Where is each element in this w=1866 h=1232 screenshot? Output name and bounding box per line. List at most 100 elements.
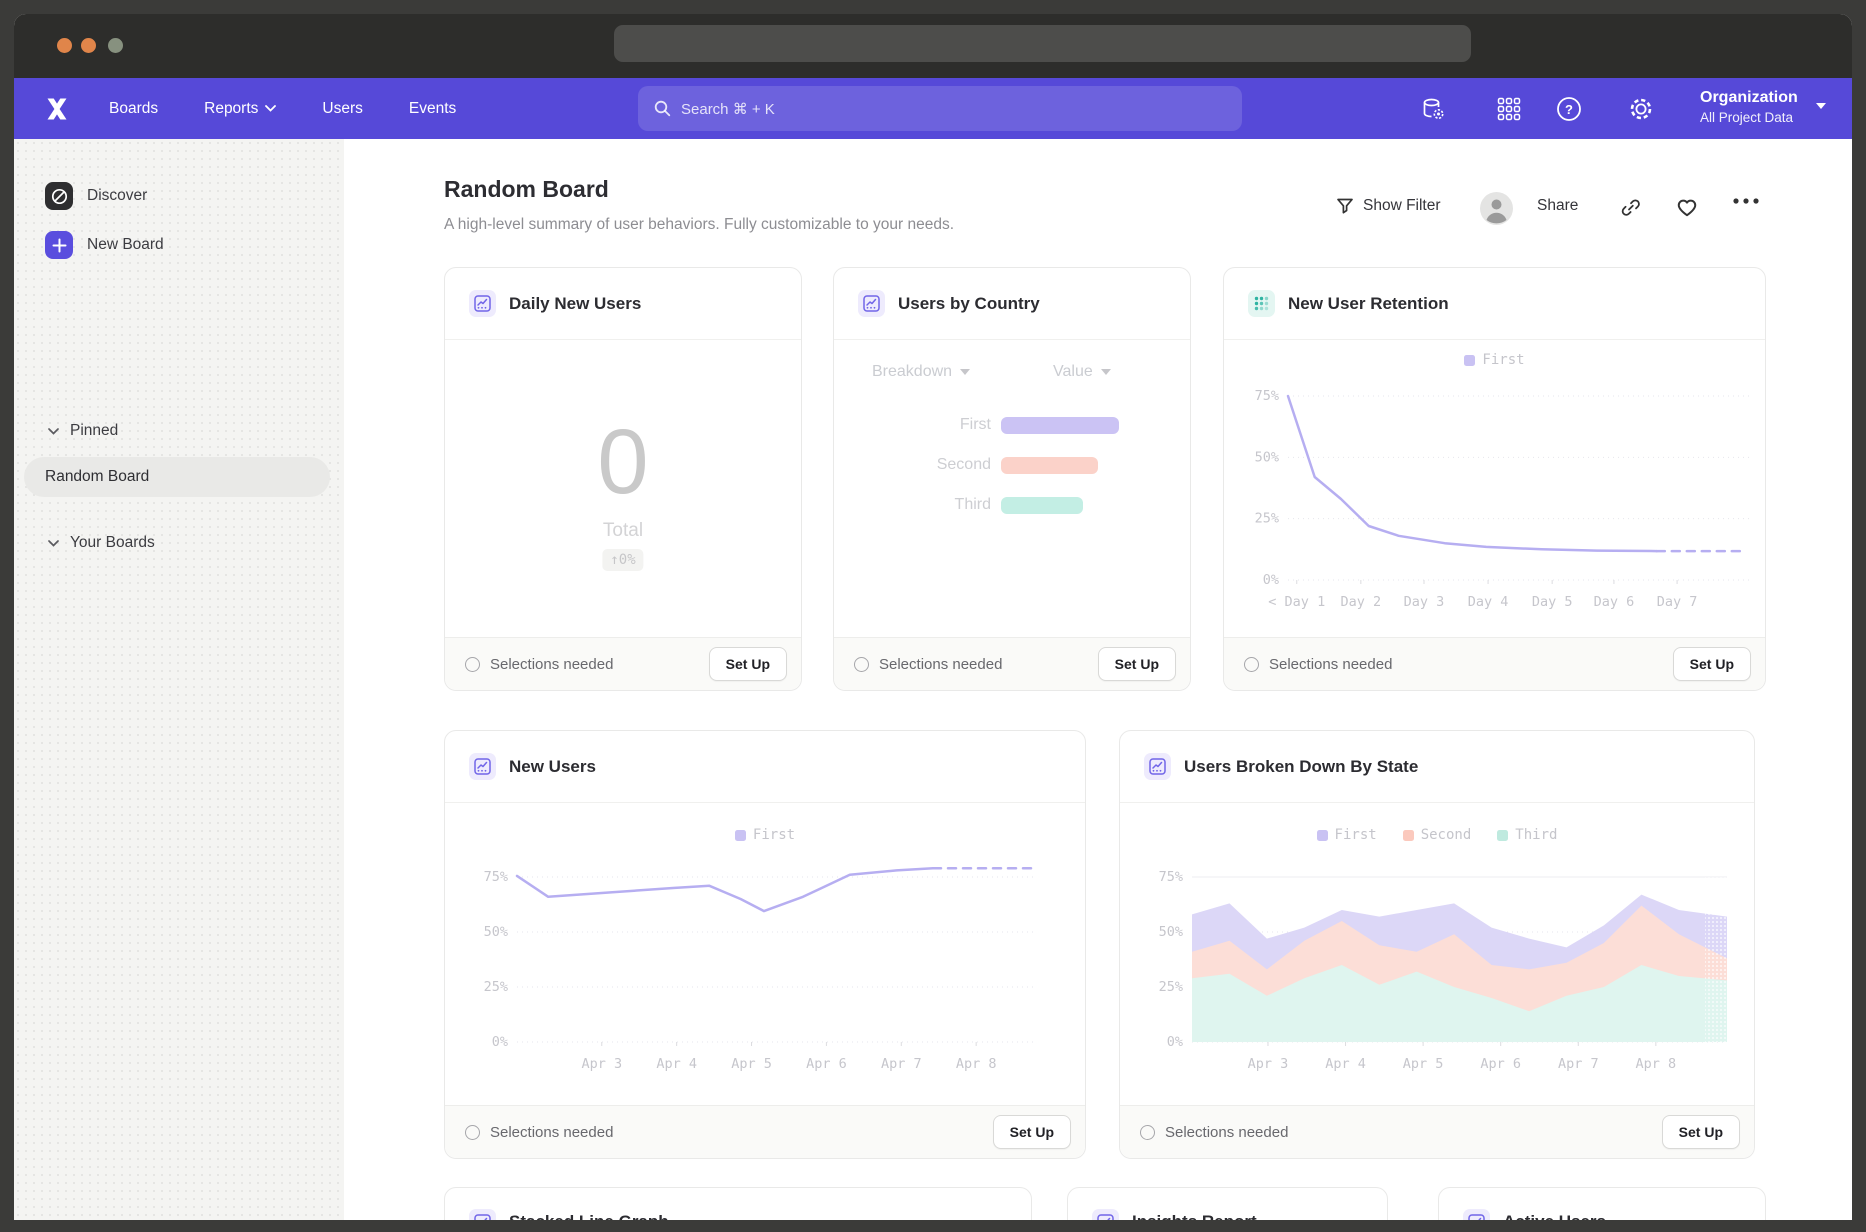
- nav-events[interactable]: Events: [409, 100, 456, 118]
- status-text: Selections needed: [1269, 656, 1392, 673]
- bar: [1001, 417, 1119, 434]
- set-up-button[interactable]: Set Up: [1673, 647, 1751, 681]
- card-title: Daily New Users: [509, 294, 641, 314]
- card-footer: Selections needed Set Up: [834, 637, 1190, 690]
- svg-text:75%: 75%: [1255, 388, 1279, 404]
- legend-swatch-icon: [1403, 830, 1414, 841]
- pinned-label: Pinned: [70, 422, 118, 440]
- window-zoom-button[interactable]: [108, 38, 123, 53]
- legend-swatch-icon: [1497, 830, 1508, 841]
- card-daily-new-users: Daily New Users 0 Total ↑0% Selections n…: [444, 267, 802, 691]
- sidebar-item-new-board[interactable]: New Board: [14, 231, 375, 259]
- legend-item: First: [735, 827, 795, 843]
- chart-icon: [1144, 753, 1171, 780]
- status-text: Selections needed: [879, 656, 1002, 673]
- breakdown-dropdown[interactable]: Breakdown: [872, 363, 970, 381]
- sidebar-item-discover[interactable]: Discover: [14, 182, 375, 210]
- card-new-users: New Users First 75%50%25%0%Apr 3Apr 4Apr…: [444, 730, 1086, 1159]
- svg-text:Day 2: Day 2: [1341, 594, 1382, 610]
- data-management-button[interactable]: [1420, 96, 1446, 122]
- svg-text:Apr 6: Apr 6: [806, 1056, 847, 1072]
- avatar[interactable]: [1480, 192, 1513, 225]
- set-up-button[interactable]: Set Up: [993, 1115, 1071, 1149]
- discover-label: Discover: [87, 187, 147, 205]
- states-stacked-area-chart: 75%50%25%0%Apr 3Apr 4Apr 5Apr 6Apr 7Apr …: [1144, 849, 1744, 1089]
- svg-text:?: ?: [1565, 102, 1573, 117]
- svg-text:Apr 7: Apr 7: [1558, 1056, 1599, 1072]
- screen: Boards Reports Users Events Search ⌘ + K: [0, 0, 1866, 1232]
- share-button[interactable]: Share: [1537, 197, 1578, 215]
- gear-icon: [1628, 96, 1654, 122]
- org-name: Organization: [1700, 87, 1798, 109]
- value-dropdown[interactable]: Value: [1053, 363, 1111, 381]
- svg-text:0%: 0%: [1263, 572, 1279, 588]
- svg-text:25%: 25%: [1255, 511, 1279, 527]
- card-users-by-country: Users by Country Breakdown Value First Se…: [833, 267, 1191, 691]
- svg-text:25%: 25%: [1159, 979, 1183, 995]
- metric-value: 0: [445, 416, 801, 508]
- bar-label: Third: [858, 496, 991, 514]
- settings-button[interactable]: [1628, 96, 1654, 122]
- legend-item: Third: [1497, 827, 1557, 843]
- card-footer: Selections needed Set Up: [1224, 637, 1765, 690]
- card-title: Users by Country: [898, 294, 1040, 314]
- card-insights-report: Insights Report: [1067, 1187, 1388, 1220]
- chart-icon: [1463, 1209, 1490, 1221]
- nav-users[interactable]: Users: [322, 100, 362, 118]
- grid-icon: [1497, 97, 1521, 121]
- chart-icon: [469, 1209, 496, 1221]
- card-footer: Selections needed Set Up: [445, 637, 801, 690]
- svg-text:Apr 6: Apr 6: [1480, 1056, 1521, 1072]
- sidebar-section-your-boards[interactable]: Your Boards: [14, 529, 378, 557]
- random-board-label: Random Board: [45, 468, 149, 486]
- copy-link-button[interactable]: [1620, 197, 1641, 218]
- chevron-down-icon: [48, 428, 59, 435]
- window-close-button[interactable]: [57, 38, 72, 53]
- sidebar-item-random-board[interactable]: Random Board: [24, 457, 330, 497]
- svg-text:Apr 8: Apr 8: [1636, 1056, 1677, 1072]
- svg-text:0%: 0%: [1167, 1034, 1183, 1050]
- org-chevron-down-icon: [1815, 102, 1827, 110]
- top-navbar: Boards Reports Users Events Search ⌘ + K: [14, 78, 1852, 139]
- bar: [1001, 457, 1098, 474]
- svg-text:75%: 75%: [484, 869, 508, 885]
- svg-text:Apr 3: Apr 3: [581, 1056, 622, 1072]
- more-options-button[interactable]: [1732, 197, 1760, 205]
- plus-icon: [45, 231, 73, 259]
- help-button[interactable]: ?: [1556, 96, 1582, 122]
- window-minimize-button[interactable]: [81, 38, 96, 53]
- nav-reports[interactable]: Reports: [204, 100, 276, 118]
- search-placeholder: Search ⌘ + K: [681, 100, 775, 118]
- set-up-button[interactable]: Set Up: [1098, 647, 1176, 681]
- main-content: Random Board A high-level summary of use…: [344, 139, 1852, 1220]
- address-bar[interactable]: [614, 25, 1471, 62]
- status-circle-icon: [465, 657, 480, 672]
- apps-grid-button[interactable]: [1496, 96, 1522, 122]
- card-title: Users Broken Down By State: [1184, 757, 1418, 777]
- country-bar-row: First: [858, 416, 1119, 434]
- nav-boards[interactable]: Boards: [109, 100, 158, 118]
- status-text: Selections needed: [490, 656, 613, 673]
- org-switcher[interactable]: Organization All Project Data: [1700, 87, 1798, 127]
- card-users-by-state: Users Broken Down By State FirstSecondTh…: [1119, 730, 1755, 1159]
- bar-label: Second: [858, 456, 991, 474]
- sidebar-section-pinned[interactable]: Pinned: [14, 417, 378, 445]
- page-subtitle: A high-level summary of user behaviors. …: [444, 216, 954, 234]
- chevron-down-icon: [265, 105, 276, 112]
- svg-text:Apr 7: Apr 7: [881, 1056, 922, 1072]
- svg-text:Apr 4: Apr 4: [656, 1056, 697, 1072]
- show-filter-button[interactable]: Show Filter: [1336, 197, 1441, 215]
- card-footer: Selections needed Set Up: [1120, 1105, 1754, 1158]
- question-circle-icon: ?: [1556, 96, 1582, 122]
- set-up-button[interactable]: Set Up: [1662, 1115, 1740, 1149]
- svg-text:Day 7: Day 7: [1657, 594, 1698, 610]
- card-stacked-line-graph: Stacked Line Graph: [444, 1187, 1032, 1220]
- org-scope: All Project Data: [1700, 109, 1798, 127]
- database-gear-icon: [1421, 97, 1446, 122]
- country-bar-row: Second: [858, 456, 1098, 474]
- favorite-button[interactable]: [1676, 197, 1698, 217]
- window-titlebar: [14, 14, 1852, 78]
- mixpanel-logo-icon[interactable]: [45, 97, 69, 121]
- set-up-button[interactable]: Set Up: [709, 647, 787, 681]
- search-input[interactable]: Search ⌘ + K: [638, 86, 1242, 131]
